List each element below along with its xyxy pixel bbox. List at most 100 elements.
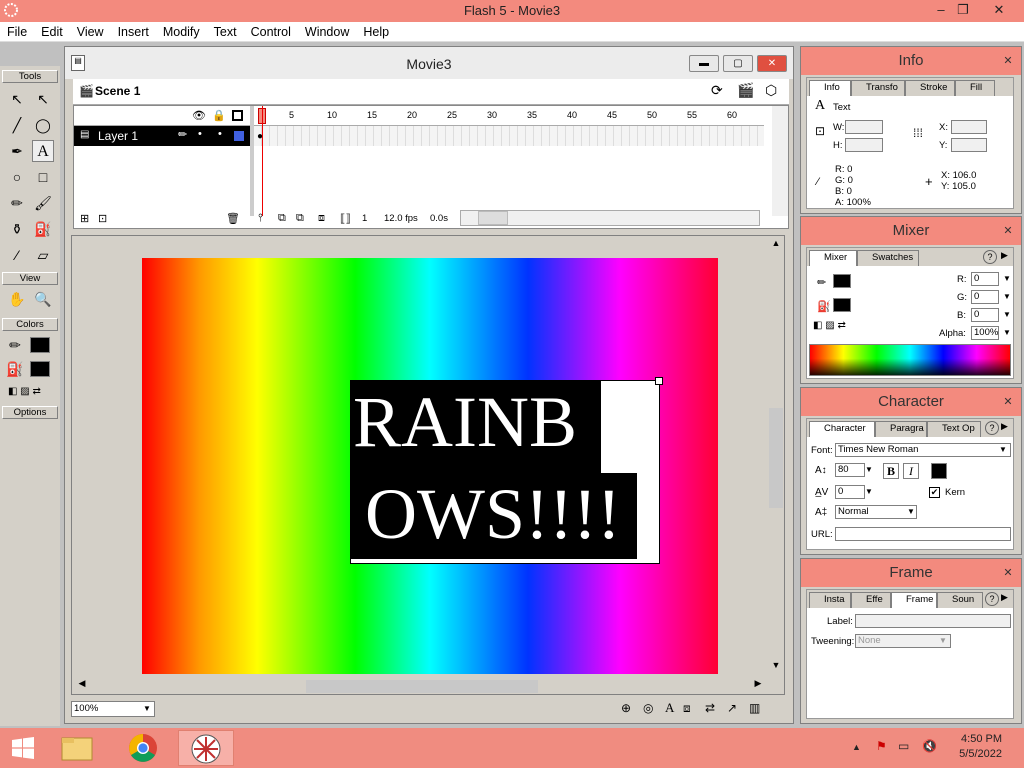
menu-help[interactable]: Help (356, 22, 396, 42)
scroll-left-icon[interactable]: ◀ (74, 678, 90, 694)
fill-color-swatch[interactable] (30, 361, 50, 377)
zoom-tool-icon[interactable]: 🔍 (32, 288, 54, 310)
frame-panel-close-button[interactable]: ✕ (999, 564, 1017, 582)
menu-window[interactable]: Window (298, 22, 356, 42)
delete-layer-icon[interactable]: 🗑 (226, 212, 240, 225)
tab-effect[interactable]: Effe (851, 592, 891, 608)
pen-tool-icon[interactable]: ✒ (6, 140, 28, 162)
mixer-alpha-field[interactable]: 100% (971, 326, 999, 340)
menu-text[interactable]: Text (207, 22, 244, 42)
mixer-help-icon[interactable]: ? (983, 250, 997, 264)
tab-instance[interactable]: Insta (809, 592, 851, 608)
font-size-field[interactable]: 80 (835, 463, 865, 477)
kern-checkbox[interactable]: ✔ (929, 487, 940, 498)
scroll-right-icon[interactable]: ▶ (750, 678, 766, 694)
layer-unlocked-dot[interactable]: • (218, 128, 222, 140)
tab-character[interactable]: Character (809, 421, 875, 437)
paint-bucket-tool-icon[interactable]: ⛽ (32, 218, 54, 240)
mixer-blue-dropdown[interactable]: ▼ (1001, 309, 1013, 321)
show-hidden-icons-icon[interactable]: ▲ (852, 742, 861, 752)
character-panel-close-button[interactable]: ✕ (999, 393, 1017, 411)
bold-button[interactable]: B (883, 463, 899, 479)
edit-multiple-icon[interactable]: ⧈ (318, 212, 325, 225)
menu-control[interactable]: Control (244, 22, 298, 42)
timeline-vscroll[interactable] (772, 106, 788, 216)
lock-icon[interactable]: 🔒 (212, 109, 226, 122)
mixer-green-dropdown[interactable]: ▼ (1001, 291, 1013, 303)
stage-area[interactable]: RAINB OWS!!!! ▲ ▼ ◀ ▶ (71, 235, 785, 695)
mixer-menu-arrow-icon[interactable]: ▶ (1001, 250, 1008, 261)
frame-menu-arrow-icon[interactable]: ▶ (1001, 592, 1008, 603)
line-tool-icon[interactable]: ╱ (6, 114, 28, 136)
frame-label-field[interactable] (855, 614, 1011, 628)
mixer-alpha-dropdown[interactable]: ▼ (1001, 327, 1013, 339)
brush-tool-icon[interactable]: 🖌 (32, 192, 54, 214)
show-hide-eye-icon[interactable]: 👁 (192, 109, 206, 122)
movie-restore-button[interactable]: ▢ (723, 55, 753, 72)
color-spectrum[interactable] (809, 344, 1011, 376)
rectangle-tool-icon[interactable]: □ (32, 166, 54, 188)
timeline-hscroll-thumb[interactable] (478, 211, 508, 225)
menu-modify[interactable]: Modify (156, 22, 207, 42)
tracking-field[interactable]: 0 (835, 485, 865, 499)
lasso-tool-icon[interactable]: ◯ (32, 114, 54, 136)
tab-mixer[interactable]: Mixer (809, 250, 857, 266)
baseline-dropdown[interactable]: ▼ (905, 506, 917, 518)
stage-vscroll-thumb[interactable] (769, 408, 783, 508)
x-field[interactable] (951, 120, 987, 134)
frame-ruler[interactable]: 5 10 15 20 25 30 35 40 45 50 55 60 (254, 106, 764, 126)
scroll-up-icon[interactable]: ▲ (768, 238, 784, 254)
add-layer-icon[interactable]: ⊞ (80, 212, 89, 225)
close-button[interactable]: ✕ (984, 0, 1014, 22)
arrow-tool-icon[interactable]: ↖ (6, 88, 28, 110)
color-controls[interactable]: ◧ ▨ ⇄ (8, 386, 52, 400)
stroke-color-swatch[interactable] (30, 337, 50, 353)
hand-tool-icon[interactable]: ✋ (6, 288, 28, 310)
launcher-character-icon[interactable]: A (665, 700, 674, 716)
edit-symbols-icon[interactable]: ⬡ (765, 82, 777, 99)
stage-hscroll[interactable]: ◀ ▶ (74, 678, 768, 694)
mixer-blue-field[interactable]: 0 (971, 308, 999, 322)
tab-stroke[interactable]: Stroke (905, 80, 955, 96)
launcher-info-icon[interactable]: ⊕ (621, 701, 631, 715)
text-line-2[interactable]: OWS!!!! (351, 473, 637, 559)
edit-multiple-frames-icon[interactable]: ⟳ (711, 82, 723, 99)
zoom-dropdown-icon[interactable]: ▼ (141, 703, 153, 715)
tab-fill[interactable]: Fill (955, 80, 995, 96)
tracking-dropdown[interactable]: ▼ (863, 486, 875, 498)
tab-paragraph[interactable]: Paragra (875, 421, 927, 437)
network-icon[interactable]: ▭ (898, 739, 909, 753)
frame-help-icon[interactable]: ? (985, 592, 999, 606)
mixer-red-dropdown[interactable]: ▼ (1001, 273, 1013, 285)
layer-visible-dot[interactable]: • (198, 128, 202, 140)
character-help-icon[interactable]: ? (985, 421, 999, 435)
url-field[interactable] (835, 527, 1011, 541)
launcher-mixer-icon[interactable]: ◎ (643, 701, 653, 715)
stage-rainbow-background[interactable]: RAINB OWS!!!! (142, 258, 718, 674)
mixer-fill-swatch[interactable] (833, 298, 851, 312)
mixer-panel-close-button[interactable]: ✕ (999, 222, 1017, 240)
movie-minimize-button[interactable]: ▬ (689, 55, 719, 72)
ink-bottle-tool-icon[interactable]: ⚱ (6, 218, 28, 240)
onion-skin-icon[interactable]: ⧉ (278, 212, 286, 225)
chrome-icon[interactable] (120, 730, 166, 766)
movie-close-button[interactable]: ✕ (757, 55, 787, 72)
menu-file[interactable]: File (0, 22, 34, 42)
pencil-tool-icon[interactable]: ✏ (6, 192, 28, 214)
stage-hscroll-thumb[interactable] (306, 680, 538, 693)
tab-sound[interactable]: Soun (937, 592, 983, 608)
text-box[interactable]: RAINB OWS!!!! (350, 377, 663, 564)
dropper-tool-icon[interactable]: ⁄ (6, 244, 28, 266)
font-size-dropdown[interactable]: ▼ (863, 464, 875, 476)
mixer-stroke-swatch[interactable] (833, 274, 851, 288)
flash-taskbar-icon[interactable] (178, 730, 234, 766)
text-resize-handle[interactable] (655, 377, 663, 385)
menu-view[interactable]: View (70, 22, 111, 42)
launcher-instance-icon[interactable]: ⧈ (683, 701, 691, 716)
width-field[interactable] (845, 120, 883, 134)
launcher-movie-explorer-icon[interactable]: ⇄ (705, 701, 715, 715)
system-clock[interactable]: 4:50 PM 5/5/2022 (959, 732, 1002, 762)
start-button[interactable] (0, 730, 46, 766)
center-frame-icon[interactable]: ⫯ (258, 212, 263, 225)
scroll-down-icon[interactable]: ▼ (768, 660, 784, 676)
